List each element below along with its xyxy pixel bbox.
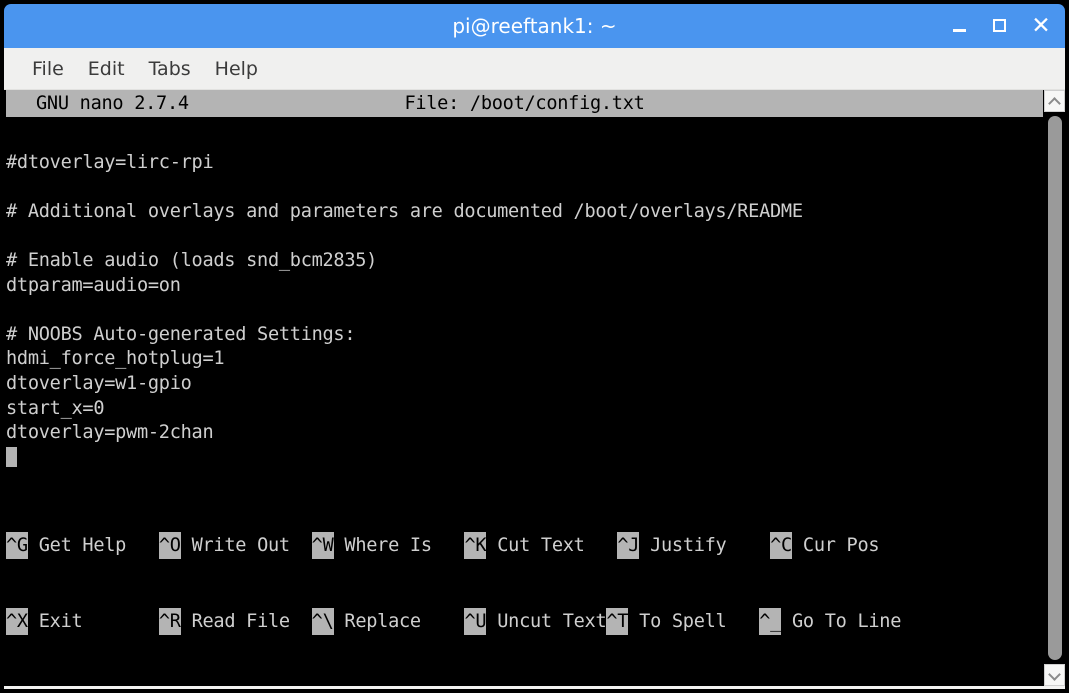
shortcut-row-1: ^G Get Help ^O Write Out ^W Where Is ^K … xyxy=(6,531,1043,559)
shortcut-key: ^G xyxy=(6,531,28,559)
editor-line: hdmi_force_hotplug=1 xyxy=(6,348,225,370)
shortcut-item[interactable]: ^G Get Help xyxy=(6,531,159,559)
minimize-icon[interactable] xyxy=(951,16,971,36)
shortcut-item[interactable]: ^\ Replace xyxy=(311,607,465,635)
editor-line: dtoverlay=pwm-2chan xyxy=(6,422,214,444)
shortcut-label: Where Is xyxy=(333,534,465,556)
terminal-area: GNU nano 2.7.4 File: /boot/config.txt #d… xyxy=(4,90,1065,689)
shortcut-label: Cur Pos xyxy=(791,534,880,556)
nano-editor[interactable]: GNU nano 2.7.4 File: /boot/config.txt #d… xyxy=(4,90,1043,686)
shortcut-label: Go To Line xyxy=(781,610,902,632)
shortcut-label: Uncut Text xyxy=(486,610,607,632)
editor-line: # Enable audio (loads snd_bcm2835) xyxy=(6,249,378,271)
shortcut-item[interactable]: ^C Cur Pos xyxy=(770,531,880,559)
desktop-background: pi@reeftank1: ~ ✕ File Edit Tabs Help GN… xyxy=(0,0,1069,693)
nano-filename-label: File: /boot/config.txt xyxy=(404,93,645,114)
shortcut-label: Get Help xyxy=(27,534,159,556)
scrollbar-track[interactable] xyxy=(1044,112,1065,664)
shortcut-key: ^_ xyxy=(759,607,781,635)
scroll-up-icon[interactable] xyxy=(1044,90,1065,112)
shortcut-item[interactable]: ^O Write Out xyxy=(158,531,312,559)
shortcut-label: Replace xyxy=(333,610,465,632)
shortcut-item[interactable]: ^U Uncut Text xyxy=(464,607,607,635)
menu-item-file[interactable]: File xyxy=(20,56,76,82)
shortcut-label: Exit xyxy=(27,610,159,632)
shortcut-item[interactable]: ^T To Spell xyxy=(606,607,760,635)
shortcut-key: ^O xyxy=(158,531,181,559)
shortcut-key: ^\ xyxy=(311,607,334,635)
shortcut-key: ^U xyxy=(464,607,487,635)
shortcut-item[interactable]: ^X Exit xyxy=(6,607,159,635)
terminal-scrollbar[interactable] xyxy=(1043,90,1065,686)
editor-line xyxy=(6,446,1043,471)
shortcut-label: Cut Text xyxy=(486,534,618,556)
shortcut-key: ^X xyxy=(6,607,28,635)
shortcut-key: ^J xyxy=(617,531,639,559)
menu-item-edit[interactable]: Edit xyxy=(76,56,137,82)
maximize-icon[interactable] xyxy=(991,16,1011,36)
shortcut-item[interactable]: ^R Read File xyxy=(158,607,312,635)
text-cursor xyxy=(6,446,17,467)
editor-line: # Additional overlays and parameters are… xyxy=(6,200,803,222)
window-titlebar[interactable]: pi@reeftank1: ~ ✕ xyxy=(4,4,1065,48)
shortcut-key: ^C xyxy=(770,531,792,559)
scroll-down-icon[interactable] xyxy=(1044,664,1065,686)
close-icon[interactable]: ✕ xyxy=(1031,15,1051,38)
editor-line: # NOOBS Auto-generated Settings: xyxy=(6,323,356,345)
shortcut-label: Justify xyxy=(639,534,771,556)
scrollbar-thumb[interactable] xyxy=(1048,116,1062,660)
menu-item-tabs[interactable]: Tabs xyxy=(137,56,203,82)
window-controls: ✕ xyxy=(951,4,1051,48)
window-title: pi@reeftank1: ~ xyxy=(452,14,617,38)
shortcut-key: ^R xyxy=(158,607,181,635)
shortcut-key: ^W xyxy=(311,531,334,559)
shortcut-item[interactable]: ^K Cut Text xyxy=(464,531,618,559)
menubar: File Edit Tabs Help xyxy=(4,48,1065,90)
shortcut-item[interactable]: ^J Justify xyxy=(617,531,771,559)
nano-titlebar: GNU nano 2.7.4 File: /boot/config.txt xyxy=(6,90,1043,117)
menu-item-help[interactable]: Help xyxy=(203,56,270,82)
shortcut-label: To Spell xyxy=(628,610,760,632)
editor-line: dtoverlay=w1-gpio xyxy=(6,372,192,394)
shortcut-label: Read File xyxy=(180,610,312,632)
shortcut-key: ^T xyxy=(606,607,629,635)
editor-line: #dtoverlay=lirc-rpi xyxy=(6,151,214,173)
terminal-window: pi@reeftank1: ~ ✕ File Edit Tabs Help GN… xyxy=(4,4,1065,689)
editor-line: start_x=0 xyxy=(6,397,105,419)
editor-line: dtparam=audio=on xyxy=(6,274,181,296)
editor-text-area[interactable]: #dtoverlay=lirc-rpi # Additional overlay… xyxy=(6,117,1043,482)
shortcut-label: Write Out xyxy=(180,534,312,556)
nano-shortcut-bar: ^G Get Help ^O Write Out ^W Where Is ^K … xyxy=(6,482,1043,686)
shortcut-item[interactable]: ^_ Go To Line xyxy=(759,607,902,635)
shortcut-item[interactable]: ^W Where Is xyxy=(311,531,465,559)
shortcut-row-2: ^X Exit ^R Read File ^\ Replace ^U Uncut… xyxy=(6,607,1043,635)
shortcut-key: ^K xyxy=(464,531,487,559)
